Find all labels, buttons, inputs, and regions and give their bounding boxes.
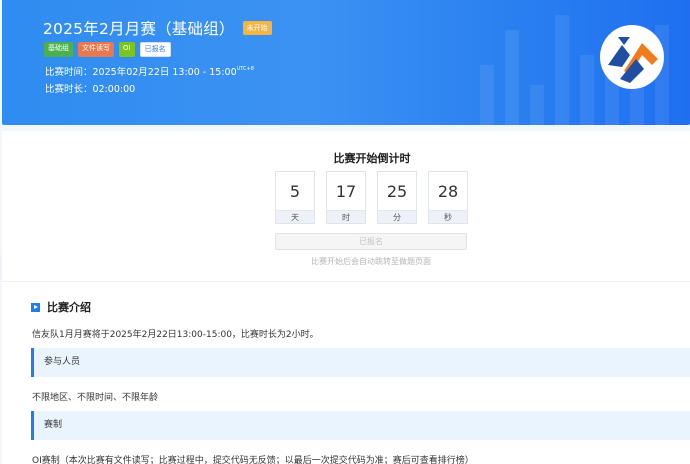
countdown-boxes: 5 天 17 时 25 分 28 秒 bbox=[275, 171, 468, 224]
contest-time: 比赛时间：2025年02月22日 13:00 - 15:00UTC+8 bbox=[45, 64, 254, 78]
duration-label: 比赛时长： bbox=[45, 84, 93, 95]
timezone: UTC+8 bbox=[236, 66, 254, 72]
contest-duration: 比赛时长：02:00:00 bbox=[45, 81, 135, 95]
participants-heading: 参与人员 bbox=[31, 348, 690, 377]
auto-redirect-hint: 比赛开始后会自动跳转至做题页面 bbox=[311, 257, 431, 266]
divider bbox=[2, 281, 690, 282]
countdown-title: 比赛开始倒计时 bbox=[333, 152, 411, 165]
tag-file-io: 文件读写 bbox=[78, 42, 114, 57]
countdown-days: 5 天 bbox=[275, 171, 315, 224]
title-row: 2025年2月月赛（基础组） 未开始 bbox=[43, 17, 272, 39]
tag-oi: OI bbox=[119, 42, 135, 57]
duration-value: 02:00:00 bbox=[92, 84, 136, 95]
intro-text: 信友队1月月赛将于2025年2月22日13:00-15:00，比赛时长为2小时。 bbox=[32, 330, 319, 340]
countdown-value: 5 bbox=[289, 181, 301, 201]
time-label: 比赛时间： bbox=[45, 67, 93, 78]
intro-heading: 比赛介绍 bbox=[31, 299, 91, 315]
countdown-value: 28 bbox=[437, 181, 459, 201]
countdown-unit: 分 bbox=[378, 210, 416, 223]
contest-body: 比赛开始倒计时 5 天 17 时 25 分 28 秒 已报名 比赛开始后会自动跳… bbox=[2, 131, 690, 464]
countdown-seconds: 28 秒 bbox=[428, 171, 468, 224]
countdown-unit: 时 bbox=[327, 210, 365, 223]
tag-level: 基础组 bbox=[44, 42, 73, 57]
countdown-value: 17 bbox=[335, 181, 357, 201]
tag-registered: 已报名 bbox=[139, 42, 171, 57]
logo-icon bbox=[600, 25, 664, 89]
countdown-minutes: 25 分 bbox=[377, 171, 417, 224]
intro-title: 比赛介绍 bbox=[47, 301, 91, 314]
contest-header: 2025年2月月赛（基础组） 未开始 基础组 文件读写 OI 已报名 比赛时间：… bbox=[2, 0, 690, 125]
participants-text: 不限地区、不限时间、不限年龄 bbox=[32, 393, 159, 403]
countdown-hours: 17 时 bbox=[326, 171, 366, 224]
time-value: 2025年02月22日 13:00 - 15:00 bbox=[92, 67, 237, 78]
countdown-unit: 天 bbox=[276, 210, 314, 223]
registered-button[interactable]: 已报名 bbox=[275, 233, 467, 250]
countdown-value: 25 bbox=[386, 181, 408, 201]
rules-text: OI赛制（本次比赛有文件读写；比赛过程中，提交代码无反馈；以最后一次提交代码为准… bbox=[32, 456, 474, 464]
rules-heading: 赛制 bbox=[31, 411, 690, 440]
countdown-unit: 秒 bbox=[429, 210, 467, 223]
contest-tags: 基础组 文件读写 OI 已报名 bbox=[44, 42, 171, 57]
play-icon bbox=[31, 302, 40, 312]
status-badge: 未开始 bbox=[242, 21, 272, 35]
contest-title: 2025年2月月赛（基础组） bbox=[43, 20, 235, 38]
